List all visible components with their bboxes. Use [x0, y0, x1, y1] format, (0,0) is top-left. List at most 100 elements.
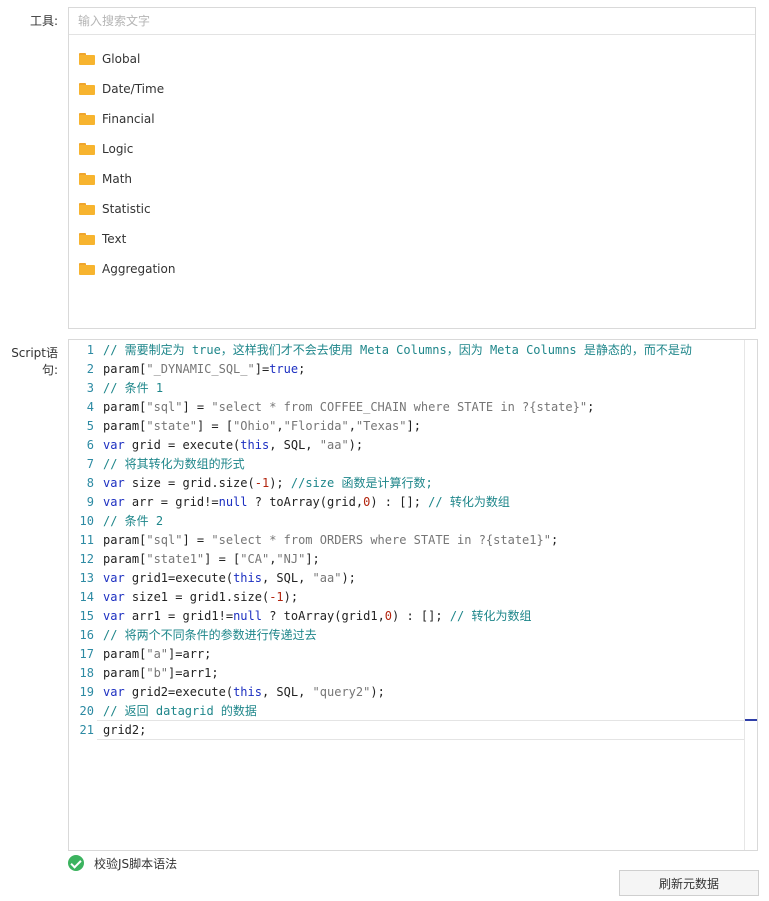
code-line[interactable]: var grid = execute(this, SQL, "aa"); — [103, 436, 363, 455]
line-number-gutter: 1 2 3 4 5 6 7 8 9 10 11 12 13 14 15 16 17 18 19 20 21 — [69, 340, 97, 850]
line-number: 16 — [79, 628, 94, 642]
line-number: 1 — [86, 343, 94, 357]
line-number: 8 — [86, 476, 94, 490]
code-line[interactable]: param["_DYNAMIC_SQL_"]=true; — [103, 360, 305, 379]
line-number: 2 — [86, 362, 94, 376]
tree-folder-label: Text — [102, 232, 127, 246]
line-number: 17 — [79, 647, 94, 661]
folder-icon — [79, 203, 95, 215]
code-line[interactable]: var arr1 = grid1!=null ? toArray(grid1,0… — [103, 607, 532, 626]
line-number: 21 — [79, 723, 94, 737]
code-token: param[ — [103, 666, 147, 680]
code-token: arr = grid!= — [124, 495, 219, 509]
code-token: param[ — [103, 362, 147, 376]
tree-folder-text[interactable]: Text — [79, 229, 126, 249]
code-token: ); — [341, 571, 356, 585]
tree-folder-date-time[interactable]: Date/Time — [79, 79, 164, 99]
line-number: 9 — [86, 495, 94, 509]
code-line[interactable]: // 条件 1 — [103, 379, 163, 398]
script-editor[interactable]: 1 2 3 4 5 6 7 8 9 10 11 12 13 14 15 16 17 18 19 20 21 // 需要制… — [68, 339, 758, 851]
tree-folder-financial[interactable]: Financial — [79, 109, 155, 129]
code-token: param[ — [103, 419, 147, 433]
tree-folder-global[interactable]: Global — [79, 49, 140, 69]
folder-icon — [79, 143, 95, 155]
code-line[interactable]: param["state"] = ["Ohio","Florida","Texa… — [103, 417, 421, 436]
code-line[interactable]: // 条件 2 — [103, 512, 163, 531]
code-token: ); — [370, 685, 385, 699]
validate-js-label[interactable]: 校验JS脚本语法 — [94, 855, 177, 872]
code-token: ]=arr1; — [168, 666, 219, 680]
code-token: null — [233, 609, 262, 623]
code-line[interactable]: var size = grid.size(-1); //size 函数是计算行数… — [103, 474, 433, 493]
code-token: var — [103, 438, 125, 452]
cursor-line-marker — [745, 719, 757, 721]
code-token: "NJ" — [276, 552, 306, 566]
code-line[interactable]: // 将两个不同条件的参数进行传递过去 — [103, 626, 317, 645]
code-token: var — [103, 685, 125, 699]
tree-folder-label: Logic — [102, 142, 134, 156]
tools-search-input[interactable] — [69, 8, 755, 35]
code-token: param[ — [103, 400, 147, 414]
code-token: // 将其转化为数组的形式 — [103, 457, 245, 471]
code-token: // 转化为数组 — [449, 609, 532, 623]
code-line[interactable]: var size1 = grid1.size(-1); — [103, 588, 298, 607]
folder-icon — [79, 173, 95, 185]
line-number: 4 — [86, 400, 94, 414]
code-token: ); — [269, 476, 291, 490]
code-line[interactable]: var grid1=execute(this, SQL, "aa"); — [103, 569, 356, 588]
code-line[interactable]: param["state1"] = ["CA","NJ"]; — [103, 550, 320, 569]
code-token: , — [348, 419, 356, 433]
code-token: // 条件 2 — [103, 514, 164, 528]
code-token: param[ — [103, 647, 147, 661]
code-area[interactable]: // 需要制定为 true，这样我们才不会去使用 Meta Columns，因为… — [103, 340, 745, 850]
check-circle-icon[interactable] — [68, 855, 84, 871]
code-token: "_DYNAMIC_SQL_" — [146, 362, 255, 376]
code-line[interactable]: // 需要制定为 true，这样我们才不会去使用 Meta Columns，因为… — [103, 341, 692, 360]
code-token: "Texas" — [355, 419, 407, 433]
line-number: 11 — [79, 533, 94, 547]
tree-folder-math[interactable]: Math — [79, 169, 132, 189]
code-token: var — [103, 495, 125, 509]
code-token: ]; — [305, 552, 320, 566]
code-token: -1 — [269, 590, 284, 604]
code-token: ]= — [254, 362, 270, 376]
vertical-scrollbar[interactable] — [744, 340, 757, 850]
code-line[interactable]: var arr = grid!=null ? toArray(grid,0) :… — [103, 493, 510, 512]
code-token: param[ — [103, 533, 147, 547]
line-number: 6 — [86, 438, 94, 452]
code-token: ; — [550, 533, 559, 547]
code-token: arr1 = grid1!= — [124, 609, 234, 623]
code-line[interactable]: param["sql"] = "select * from ORDERS whe… — [103, 531, 558, 550]
tree-folder-logic[interactable]: Logic — [79, 139, 133, 159]
code-token: size = grid.size( — [124, 476, 255, 490]
code-line[interactable]: // 将其转化为数组的形式 — [103, 455, 245, 474]
code-token: ); — [348, 438, 364, 452]
code-line[interactable]: param["a"]=arr; — [103, 645, 211, 664]
tree-folder-label: Aggregation — [102, 262, 176, 276]
tree-folder-aggregation[interactable]: Aggregation — [79, 259, 175, 279]
code-token: , SQL, — [261, 571, 313, 585]
line-number: 19 — [79, 685, 94, 699]
refresh-metadata-button[interactable]: 刷新元数据 — [619, 870, 759, 896]
code-token: ) : []; — [370, 495, 429, 509]
code-line[interactable]: param["sql"] = "select * from COFFEE_CHA… — [103, 398, 594, 417]
code-token: 0 — [384, 609, 393, 623]
code-token: "a" — [146, 647, 169, 661]
line-number: 18 — [79, 666, 94, 680]
code-token: "b" — [146, 666, 169, 680]
tree-folder-statistic[interactable]: Statistic — [79, 199, 151, 219]
code-line[interactable]: param["b"]=arr1; — [103, 664, 219, 683]
code-token: ; — [298, 362, 306, 376]
code-line[interactable]: grid2; — [103, 721, 146, 740]
folder-icon — [79, 113, 95, 125]
code-token: // 条件 1 — [103, 381, 164, 395]
folder-icon — [79, 53, 95, 65]
code-token: "aa" — [312, 571, 342, 585]
code-token: this — [233, 571, 262, 585]
code-token: size1 = grid1.size( — [124, 590, 270, 604]
code-token: ] = [ — [204, 552, 241, 566]
code-line[interactable]: var grid2=execute(this, SQL, "query2"); — [103, 683, 385, 702]
code-line[interactable]: // 返回 datagrid 的数据 — [103, 702, 257, 721]
validate-js-row[interactable]: 校验JS脚本语法 — [68, 854, 177, 872]
code-token: "state1" — [146, 552, 205, 566]
